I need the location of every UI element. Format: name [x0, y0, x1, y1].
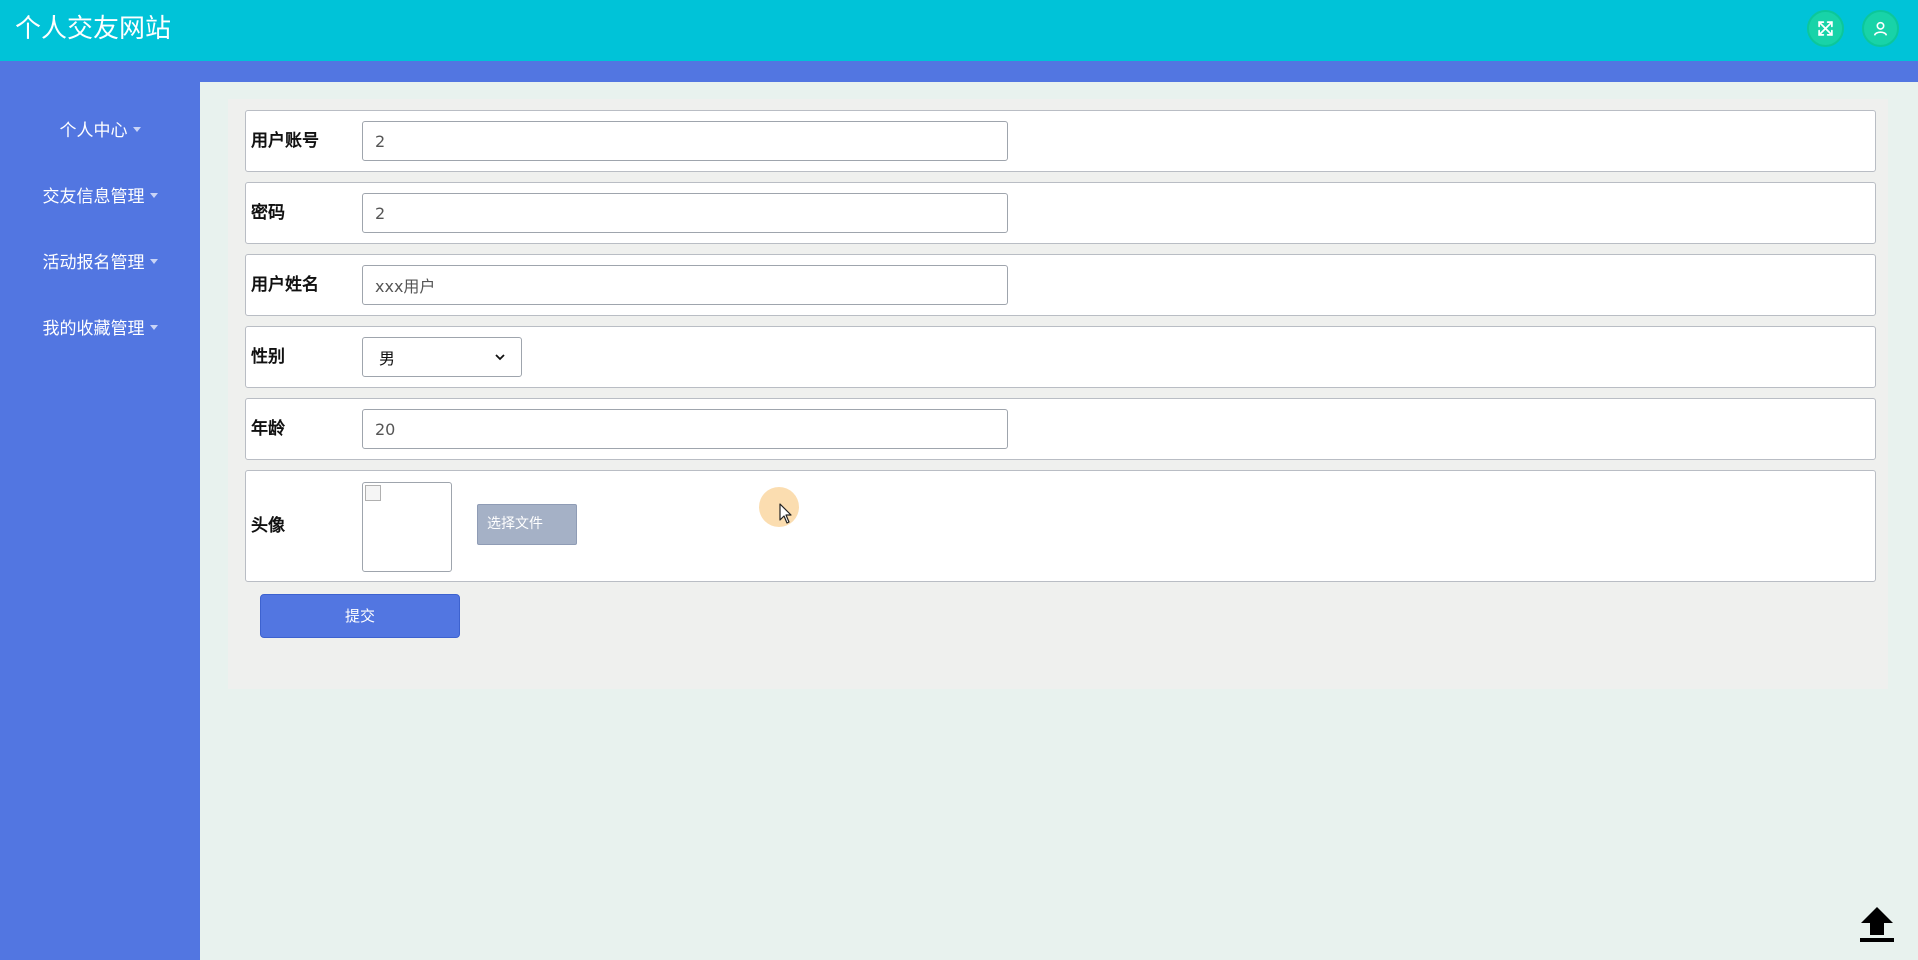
account-input[interactable]: [362, 121, 1008, 161]
mouse-cursor-icon: [779, 503, 792, 524]
sidebar-item-activity-signup[interactable]: 活动报名管理: [0, 251, 200, 275]
back-to-top-icon[interactable]: [1857, 905, 1897, 943]
sidebar-item-label: 我的收藏管理: [42, 319, 145, 339]
sidebar: 个人中心 交友信息管理 活动报名管理 我的收藏管理: [0, 61, 200, 960]
top-header: 个人交友网站: [0, 0, 1918, 61]
name-input[interactable]: [362, 265, 1008, 305]
main-content: 用户账号 密码 用户姓名 性别 男 年龄 头像: [200, 82, 1918, 960]
gender-selected-value: 男: [379, 349, 396, 368]
caret-down-icon: [149, 192, 158, 198]
avatar-preview: [362, 482, 452, 572]
fullscreen-icon[interactable]: [1807, 10, 1844, 47]
caret-down-icon: [132, 126, 141, 132]
chevron-down-icon: [495, 354, 505, 361]
age-input[interactable]: [362, 409, 1008, 449]
sidebar-item-friend-info[interactable]: 交友信息管理: [0, 185, 200, 209]
user-icon[interactable]: [1862, 10, 1899, 47]
site-title: 个人交友网站: [15, 14, 172, 44]
form-panel: 用户账号 密码 用户姓名 性别 男 年龄 头像: [228, 99, 1888, 689]
sidebar-item-label: 交友信息管理: [42, 187, 145, 207]
age-label: 年龄: [251, 419, 285, 439]
sidebar-item-label: 活动报名管理: [42, 253, 145, 273]
caret-down-icon: [149, 324, 158, 330]
form-row-password: 密码: [245, 182, 1876, 244]
gender-select[interactable]: 男: [362, 337, 522, 377]
sidebar-item-label: 个人中心: [59, 121, 128, 141]
caret-down-icon: [149, 258, 158, 264]
form-row-account: 用户账号: [245, 110, 1876, 172]
submit-button[interactable]: 提交: [260, 594, 460, 638]
gender-label: 性别: [251, 347, 285, 367]
choose-file-button[interactable]: 选择文件: [477, 504, 577, 545]
form-row-name: 用户姓名: [245, 254, 1876, 316]
form-row-gender: 性别 男: [245, 326, 1876, 388]
form-row-avatar: 头像 选择文件: [245, 470, 1876, 582]
header-strip: [200, 61, 1918, 82]
broken-image-icon: [365, 485, 381, 501]
form-row-age: 年龄: [245, 398, 1876, 460]
account-label: 用户账号: [251, 131, 319, 151]
name-label: 用户姓名: [251, 275, 319, 295]
sidebar-item-favorites[interactable]: 我的收藏管理: [0, 317, 200, 341]
avatar-label: 头像: [251, 516, 285, 536]
password-input[interactable]: [362, 193, 1008, 233]
sidebar-item-personal-center[interactable]: 个人中心: [0, 119, 200, 143]
password-label: 密码: [251, 203, 285, 223]
